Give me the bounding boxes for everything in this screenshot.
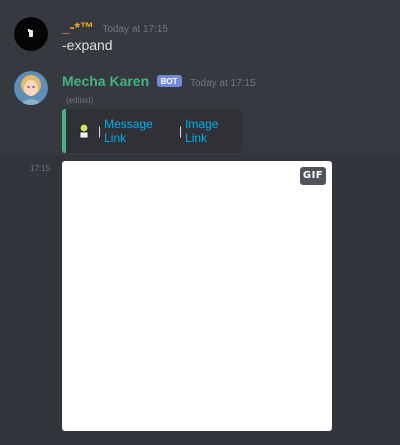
message-header: Mecha Karen BOT Today at 17:15: [62, 73, 256, 91]
message-embed: | Message Link | Image Link: [62, 109, 242, 153]
bot-avatar[interactable]: [14, 71, 48, 105]
author-name[interactable]: Mecha Karen: [62, 73, 149, 89]
avatar-image: [14, 71, 48, 105]
gif-badge: GIF: [300, 167, 326, 185]
emoji-icon: [78, 123, 90, 139]
author-name[interactable]: _-*™: [62, 19, 94, 35]
avatar-image: [14, 17, 48, 51]
message-link[interactable]: Message Link: [104, 117, 176, 145]
message-header: _-*™ Today at 17:15: [62, 19, 168, 37]
embed-separator: |: [98, 124, 102, 138]
side-timestamp: 17:15: [30, 164, 51, 173]
user-avatar[interactable]: [14, 17, 48, 51]
message-timestamp: Today at 17:15: [189, 78, 256, 89]
edited-label: (edited): [66, 96, 94, 105]
gif-attachment[interactable]: GIF: [62, 161, 332, 431]
embed-separator: |: [178, 124, 183, 138]
message-content: -expand: [62, 37, 113, 53]
image-link[interactable]: Image Link: [185, 117, 242, 145]
bot-badge: BOT: [156, 75, 182, 87]
message-timestamp: Today at 17:15: [102, 24, 168, 35]
